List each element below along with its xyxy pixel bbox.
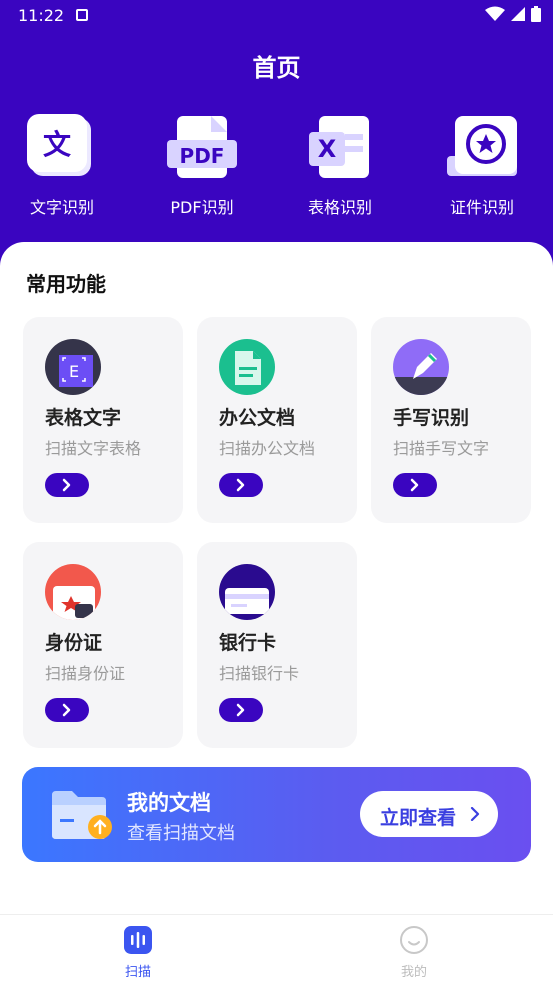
tab-label: 我的 (400, 965, 427, 980)
notification-icon (76, 9, 88, 21)
card-handwriting[interactable]: 手写识别 扫描手写文字 (371, 317, 531, 523)
banner-title: 我的文档 (127, 791, 211, 815)
text-doc-icon: 文 (27, 112, 97, 182)
pdf-icon: PDF (167, 112, 237, 182)
quick-action-label: PDF识别 (170, 198, 234, 217)
quick-action-id[interactable]: 证件识别 (422, 112, 542, 218)
chevron-right-icon (236, 478, 245, 492)
card-id-card[interactable]: 身份证 扫描身份证 (23, 542, 183, 748)
card-subtitle: 扫描文字表格 (45, 439, 142, 458)
chevron-right-icon (62, 478, 71, 492)
card-go-button[interactable] (219, 698, 263, 722)
card-title: 手写识别 (393, 407, 470, 429)
profile-icon (399, 925, 429, 955)
tab-label: 扫描 (124, 965, 151, 980)
page-title: 首页 (252, 54, 301, 82)
svg-text:PDF: PDF (180, 144, 225, 168)
tab-scan[interactable]: 扫描 (98, 925, 178, 980)
id-card-icon (45, 564, 101, 620)
tab-mine[interactable]: 我的 (374, 925, 454, 980)
section-title-common: 常用功能 (26, 272, 106, 296)
quick-action-text[interactable]: 文 文字识别 (2, 112, 122, 218)
quick-action-table[interactable]: X 表格识别 (280, 112, 400, 218)
id-badge-icon (447, 112, 517, 182)
chevron-right-icon (470, 807, 480, 821)
svg-text:X: X (318, 135, 337, 163)
wifi-icon (485, 6, 505, 21)
card-go-button[interactable] (393, 473, 437, 497)
bottom-tab-bar: 扫描 我的 (0, 914, 553, 984)
scan-icon (123, 925, 153, 955)
battery-icon (531, 6, 541, 22)
view-now-label: 立即查看 (380, 807, 457, 829)
card-subtitle: 扫描银行卡 (219, 664, 300, 683)
card-subtitle: 扫描身份证 (45, 664, 126, 683)
signal-icon (511, 7, 525, 21)
bank-card-icon (219, 564, 275, 620)
status-bar: 11:22 (0, 0, 553, 32)
card-table-text[interactable]: E 表格文字 扫描文字表格 (23, 317, 183, 523)
svg-text:文: 文 (43, 128, 71, 161)
card-subtitle: 扫描手写文字 (393, 439, 490, 458)
excel-icon: X (305, 112, 375, 182)
status-time: 11:22 (18, 6, 65, 25)
table-scan-icon: E (45, 339, 101, 395)
office-doc-icon (219, 339, 275, 395)
card-go-button[interactable] (45, 473, 89, 497)
folder-upload-icon (52, 791, 112, 839)
chevron-right-icon (410, 478, 419, 492)
card-title: 办公文档 (219, 407, 296, 429)
card-office-doc[interactable]: 办公文档 扫描办公文档 (197, 317, 357, 523)
card-title: 银行卡 (219, 632, 277, 654)
card-go-button[interactable] (219, 473, 263, 497)
chevron-right-icon (62, 703, 71, 717)
chevron-right-icon (236, 703, 245, 717)
view-now-button[interactable]: 立即查看 (360, 791, 498, 837)
card-go-button[interactable] (45, 698, 89, 722)
card-bank-card[interactable]: 银行卡 扫描银行卡 (197, 542, 357, 748)
my-documents-banner[interactable]: 我的文档 查看扫描文档 立即查看 (22, 767, 531, 862)
quick-action-label: 表格识别 (307, 198, 372, 217)
svg-text:E: E (69, 362, 79, 381)
card-subtitle: 扫描办公文档 (219, 439, 316, 458)
banner-subtitle: 查看扫描文档 (127, 823, 235, 844)
quick-action-label: 文字识别 (29, 198, 94, 217)
handwriting-icon (393, 339, 449, 395)
card-title: 身份证 (45, 632, 103, 654)
quick-action-label: 证件识别 (449, 198, 514, 217)
card-title: 表格文字 (45, 407, 122, 429)
quick-action-pdf[interactable]: PDF PDF识别 (142, 112, 262, 218)
